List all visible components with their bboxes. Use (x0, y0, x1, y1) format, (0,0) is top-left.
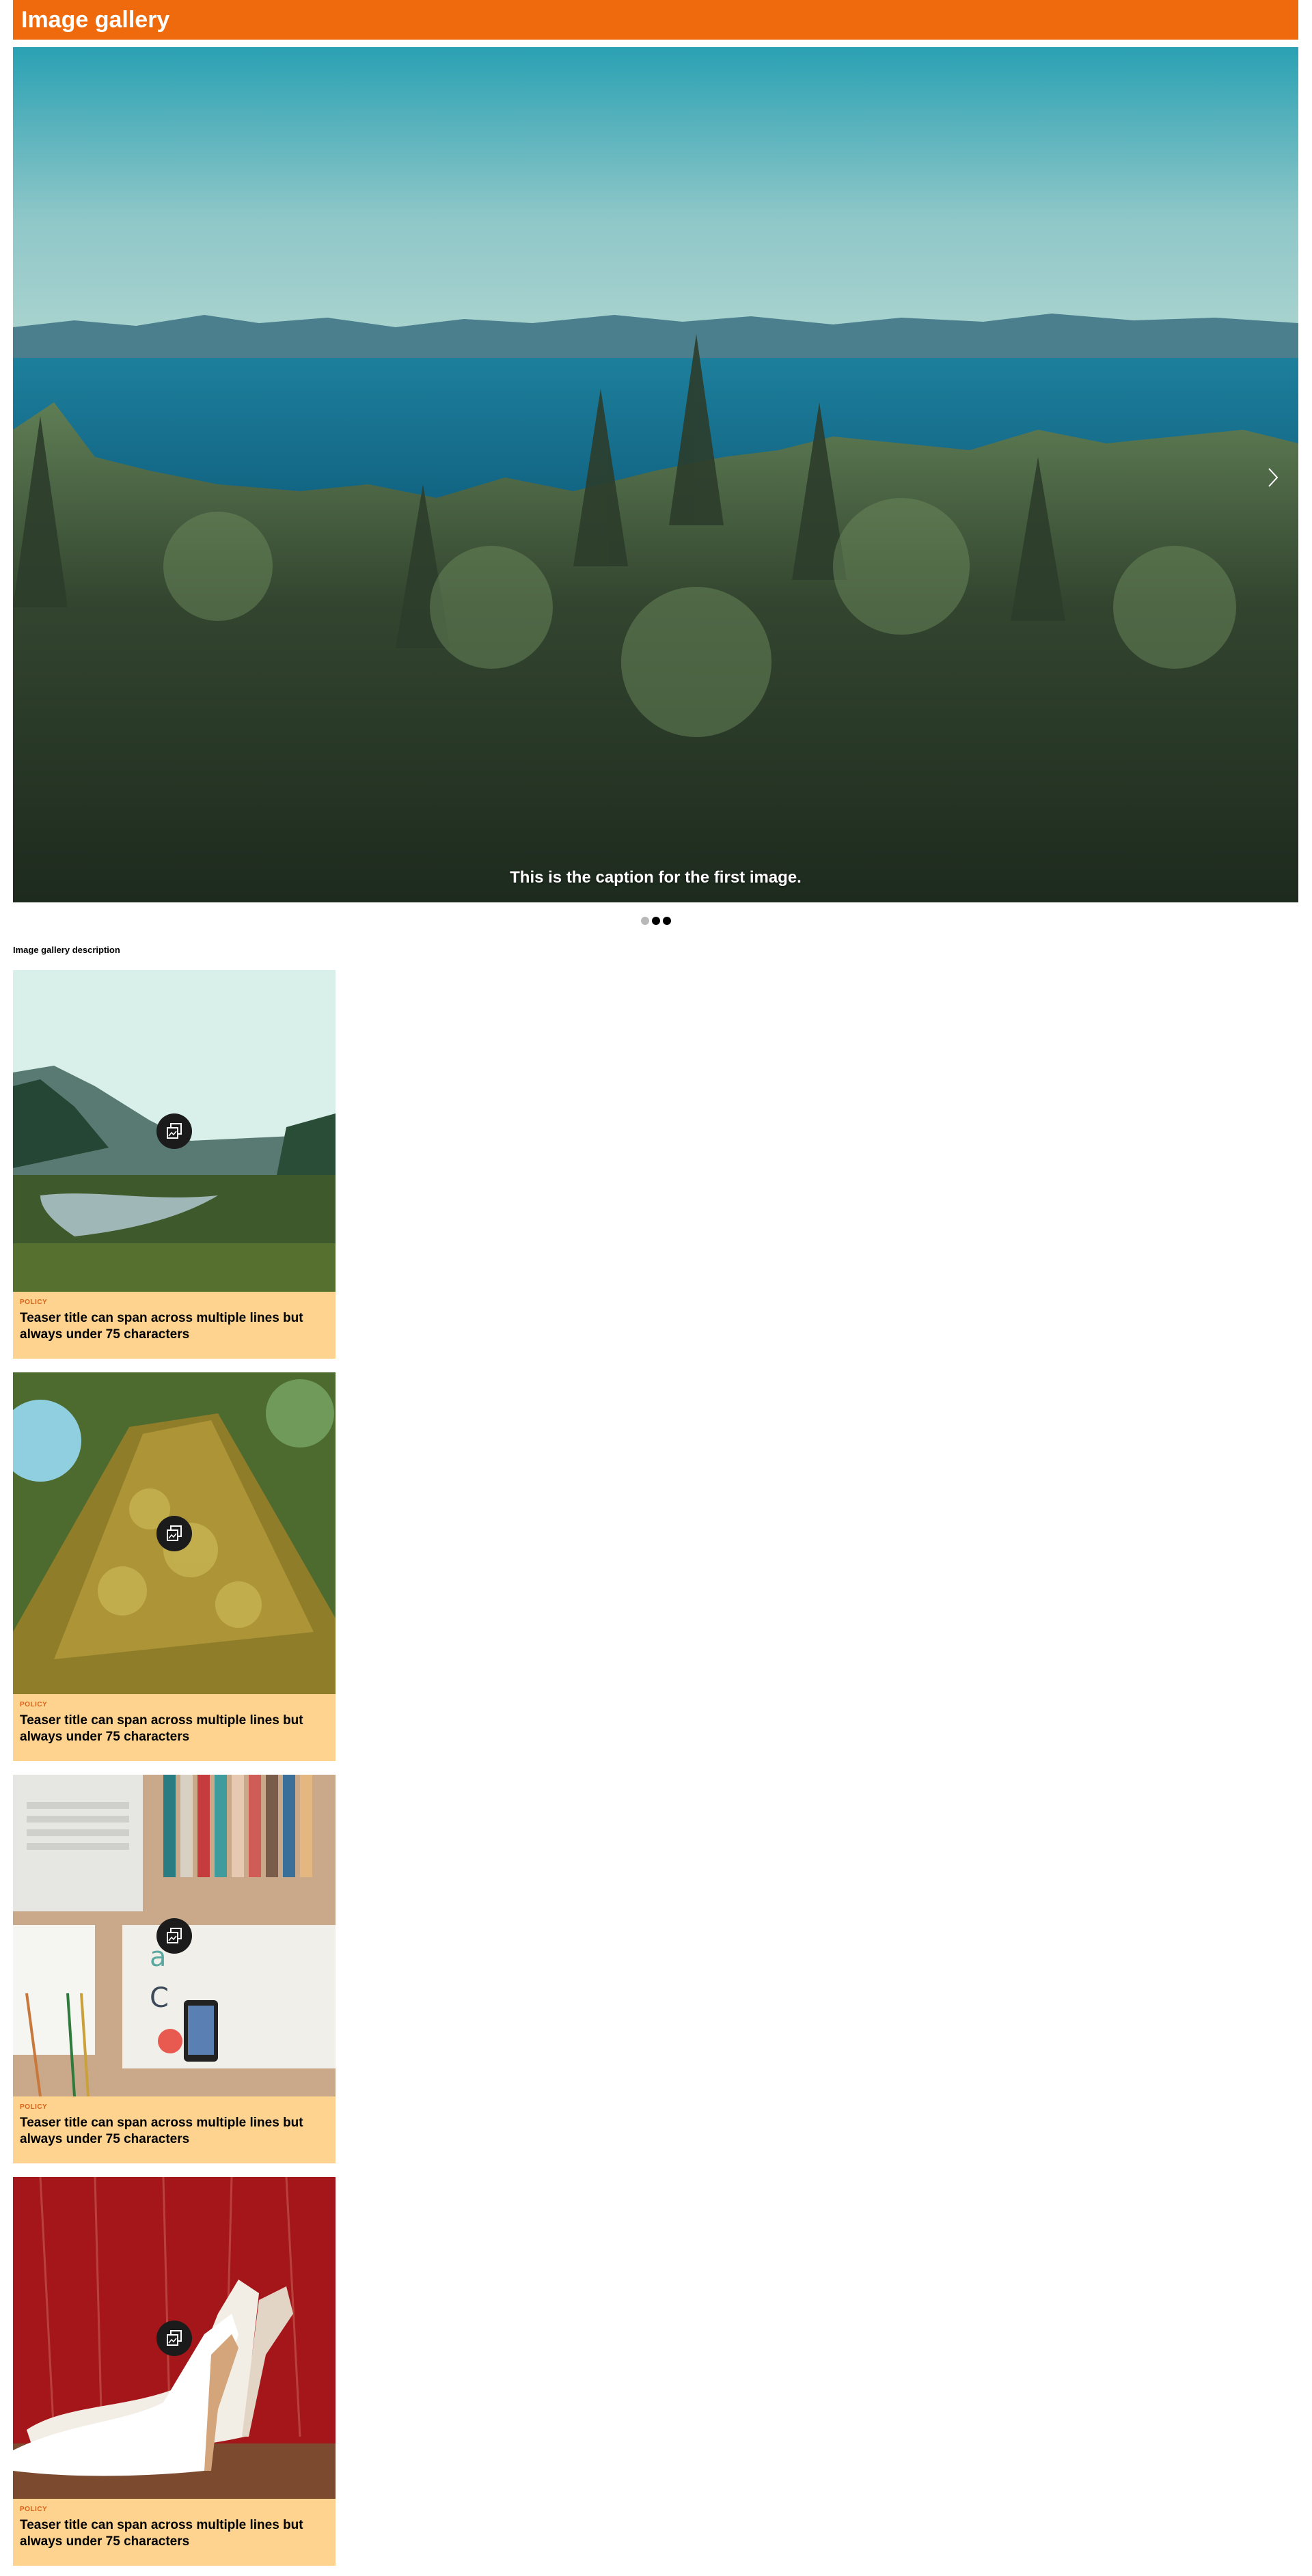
gallery-card[interactable]: a C POLICY Teaser title can span across … (13, 1775, 336, 2163)
card-footer: POLICY Teaser title can span across mult… (13, 2096, 336, 2163)
chevron-right-icon (1268, 468, 1279, 487)
card-footer: POLICY Teaser title can span across mult… (13, 1292, 336, 1359)
card-image (13, 970, 336, 1292)
gallery-icon (167, 2330, 182, 2346)
card-title[interactable]: Teaser title can span across multiple li… (20, 1310, 329, 1343)
card-category: POLICY (20, 2506, 48, 2513)
card-title[interactable]: Teaser title can span across multiple li… (20, 2517, 329, 2550)
gallery-icon (167, 1123, 182, 1139)
page-title: Image gallery (21, 7, 170, 33)
card-title[interactable]: Teaser title can span across multiple li… (20, 1713, 329, 1745)
gallery-badge (156, 1113, 192, 1149)
card-image (13, 1372, 336, 1694)
gallery-description: Image gallery description (13, 945, 120, 955)
slider-dot-3[interactable] (663, 917, 671, 925)
card-footer: POLICY Teaser title can span across mult… (13, 1694, 336, 1761)
slider-dot-2[interactable] (652, 917, 660, 925)
slider-dot-1[interactable] (641, 917, 649, 925)
page-header: Image gallery (13, 0, 1298, 40)
gallery-icon (167, 1525, 182, 1541)
gallery-badge (156, 1918, 192, 1954)
gallery-badge (156, 1516, 192, 1551)
card-footer: POLICY Teaser title can span across mult… (13, 2499, 336, 2566)
gallery-icon (167, 1928, 182, 1943)
image-slider[interactable]: This is the caption for the first image. (13, 47, 1298, 902)
svg-text:C: C (150, 1982, 169, 2014)
slider-pagination (0, 917, 1312, 925)
card-title[interactable]: Teaser title can span across multiple li… (20, 2115, 329, 2148)
card-category: POLICY (20, 1701, 48, 1708)
next-slide-button[interactable] (1263, 464, 1283, 491)
card-image: a C (13, 1775, 336, 2096)
slide-caption: This is the caption for the first image. (510, 868, 802, 887)
gallery-card[interactable]: POLICY Teaser title can span across mult… (13, 1372, 336, 1761)
slide-image (13, 47, 1298, 902)
card-image (13, 2177, 336, 2499)
gallery-card[interactable]: POLICY Teaser title can span across mult… (13, 970, 336, 1359)
gallery-card[interactable]: POLICY Teaser title can span across mult… (13, 2177, 336, 2566)
gallery-badge (156, 2321, 192, 2356)
card-category: POLICY (20, 2103, 48, 2111)
card-category: POLICY (20, 1299, 48, 1306)
